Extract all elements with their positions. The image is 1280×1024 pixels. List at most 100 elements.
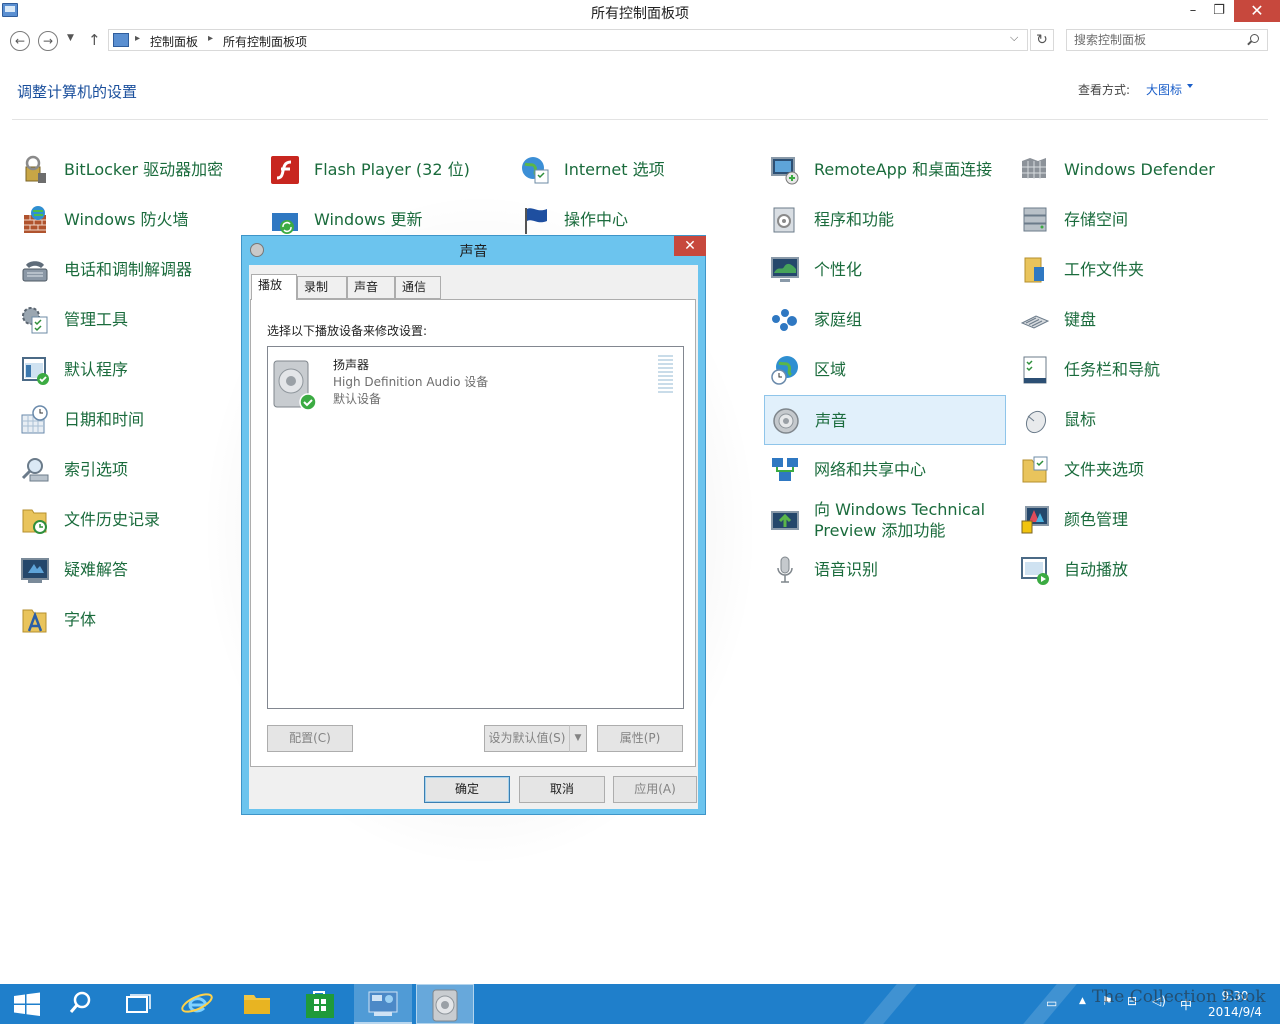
dialog-close-button[interactable]: ✕ (674, 236, 706, 256)
sound-taskbar-button[interactable] (416, 984, 474, 1024)
view-by-label: 查看方式: (1078, 83, 1131, 97)
task-view-button[interactable] (108, 984, 166, 1024)
recent-locations-dropdown[interactable]: ▼ (67, 33, 74, 43)
item-homegroup[interactable]: 家庭组 (764, 295, 1006, 345)
item-admin-tools[interactable]: 管理工具 (14, 295, 256, 345)
up-button[interactable]: ↑ (88, 31, 101, 49)
tab-recording[interactable]: 录制 (297, 276, 347, 299)
view-by-dropdown[interactable]: 大图标 (1146, 81, 1182, 98)
item-default-programs[interactable]: 默认程序 (14, 345, 256, 395)
header-divider (12, 119, 1268, 120)
item-internet-options[interactable]: Internet 选项 (514, 145, 756, 195)
set-default-button[interactable]: 设为默认值(S) (484, 725, 570, 752)
sound-icon (773, 408, 799, 434)
troubleshooting-icon (21, 558, 49, 583)
file-explorer-button[interactable] (228, 984, 286, 1024)
task-view-icon (126, 994, 151, 1013)
cancel-button[interactable]: 取消 (519, 776, 605, 803)
date-time-icon (21, 405, 48, 434)
item-label: BitLocker 驱动器加密 (64, 160, 224, 179)
item-label: 键盘 (1064, 310, 1097, 329)
device-status: 默认设备 (333, 392, 382, 406)
item-phone-modem[interactable]: 电话和调制解调器 (14, 245, 256, 295)
breadcrumb-all-items[interactable]: 所有控制面板项 (223, 33, 307, 50)
item-folder-options[interactable]: 文件夹选项 (1014, 445, 1256, 495)
search-taskbar-button[interactable] (50, 984, 108, 1024)
item-storage-spaces[interactable]: 存储空间 (1014, 195, 1256, 245)
item-work-folders[interactable]: 工作文件夹 (1014, 245, 1256, 295)
item-windows-defender[interactable]: Windows Defender (1014, 145, 1256, 195)
homegroup-icon (772, 309, 797, 331)
taskbar-decoration (863, 984, 917, 1024)
item-autoplay[interactable]: 自动播放 (1014, 545, 1256, 595)
windows-update-icon (272, 213, 298, 234)
remoteapp-icon (771, 157, 799, 185)
ok-button[interactable]: 确定 (424, 776, 510, 803)
control-panel-taskbar-button[interactable] (354, 984, 412, 1024)
item-label: Flash Player (32 位) (314, 160, 470, 179)
apply-button[interactable]: 应用(A) (613, 776, 697, 803)
tab-communications[interactable]: 通信 (395, 276, 441, 299)
address-dropdown-icon[interactable]: ⌵ (1010, 31, 1018, 45)
work-folders-icon (1024, 257, 1044, 283)
refresh-button[interactable]: ↻ (1030, 29, 1054, 51)
device-name: 扬声器 (333, 358, 370, 372)
item-troubleshooting[interactable]: 疑难解答 (14, 545, 256, 595)
forward-button[interactable]: → (38, 31, 58, 51)
personalization-icon (771, 257, 799, 282)
breadcrumb-control-panel[interactable]: 控制面板 (150, 33, 198, 50)
item-firewall[interactable]: Windows 防火墙 (14, 195, 256, 245)
chevron-right-icon[interactable]: ▸ (208, 33, 213, 44)
address-bar[interactable]: ▸ 控制面板 ▸ 所有控制面板项 (108, 29, 1028, 51)
item-bitlocker[interactable]: BitLocker 驱动器加密 (14, 145, 256, 195)
item-speech[interactable]: 语音识别 (764, 545, 1006, 595)
item-fonts[interactable]: 字体 (14, 595, 256, 645)
item-label: 鼠标 (1064, 410, 1097, 429)
item-remoteapp[interactable]: RemoteApp 和桌面连接 (764, 145, 1006, 195)
item-file-history[interactable]: 文件历史记录 (14, 495, 256, 545)
search-box[interactable] (1066, 29, 1268, 51)
item-network-center[interactable]: 网络和共享中心 (764, 445, 1006, 495)
item-region[interactable]: 区域 (764, 345, 1006, 395)
action-center-tray-icon[interactable]: ▭ (1046, 996, 1057, 1024)
item-taskbar-navigation[interactable]: 任务栏和导航 (1014, 345, 1256, 395)
device-list-item[interactable]: 扬声器 High Definition Audio 设备 默认设备 (268, 347, 683, 417)
maximize-button[interactable]: ❐ (1204, 0, 1234, 22)
tab-playback[interactable]: 播放 (251, 274, 297, 300)
item-label: Windows 更新 (314, 210, 423, 229)
item-indexing[interactable]: 索引选项 (14, 445, 256, 495)
properties-button[interactable]: 属性(P) (597, 725, 683, 752)
set-default-dropdown-icon[interactable]: ▼ (569, 725, 587, 752)
fonts-icon (22, 609, 47, 633)
search-input[interactable] (1074, 32, 1244, 48)
item-label: 电话和调制解调器 (64, 260, 193, 279)
flash-icon (271, 156, 299, 184)
search-icon[interactable] (1250, 34, 1259, 43)
item-label: Windows 防火墙 (64, 210, 189, 229)
device-list[interactable]: 扬声器 High Definition Audio 设备 默认设备 (267, 346, 684, 709)
item-label: 操作中心 (564, 210, 629, 229)
configure-button[interactable]: 配置(C) (267, 725, 353, 752)
item-keyboard[interactable]: 键盘 (1014, 295, 1256, 345)
back-button[interactable]: ← (10, 31, 30, 51)
item-mouse[interactable]: 鼠标 (1014, 395, 1256, 445)
admin-tools-icon (22, 307, 48, 334)
show-hidden-icons-icon[interactable]: ▲ (1079, 996, 1086, 1024)
item-color-management[interactable]: 颜色管理 (1014, 495, 1256, 545)
item-personalization[interactable]: 个性化 (764, 245, 1006, 295)
tab-sounds[interactable]: 声音 (347, 276, 395, 299)
item-date-time[interactable]: 日期和时间 (14, 395, 256, 445)
close-button[interactable]: ✕ (1234, 0, 1280, 22)
store-button[interactable] (290, 984, 348, 1024)
item-programs-features[interactable]: 程序和功能 (764, 195, 1006, 245)
taskbar: ▭ ▲ ⚑ ⊟ ◁) 中 9:30 2014/9/4 (0, 984, 1280, 1024)
color-management-icon (1021, 506, 1049, 534)
item-sound[interactable]: 声音 (764, 395, 1006, 445)
chevron-right-icon[interactable]: ▸ (135, 33, 140, 44)
item-add-features[interactable]: 向 Windows Technical Preview 添加功能 (764, 495, 1006, 545)
view-dropdown-arrow-icon[interactable] (1187, 84, 1193, 88)
item-flash-player[interactable]: Flash Player (32 位) (264, 145, 506, 195)
internet-explorer-button[interactable] (168, 984, 226, 1024)
sound-dialog: 声音 ✕ 播放 录制 声音 通信 选择以下播放设备来修改设置: 扬声器 High… (241, 235, 706, 815)
item-label: 索引选项 (64, 460, 129, 479)
